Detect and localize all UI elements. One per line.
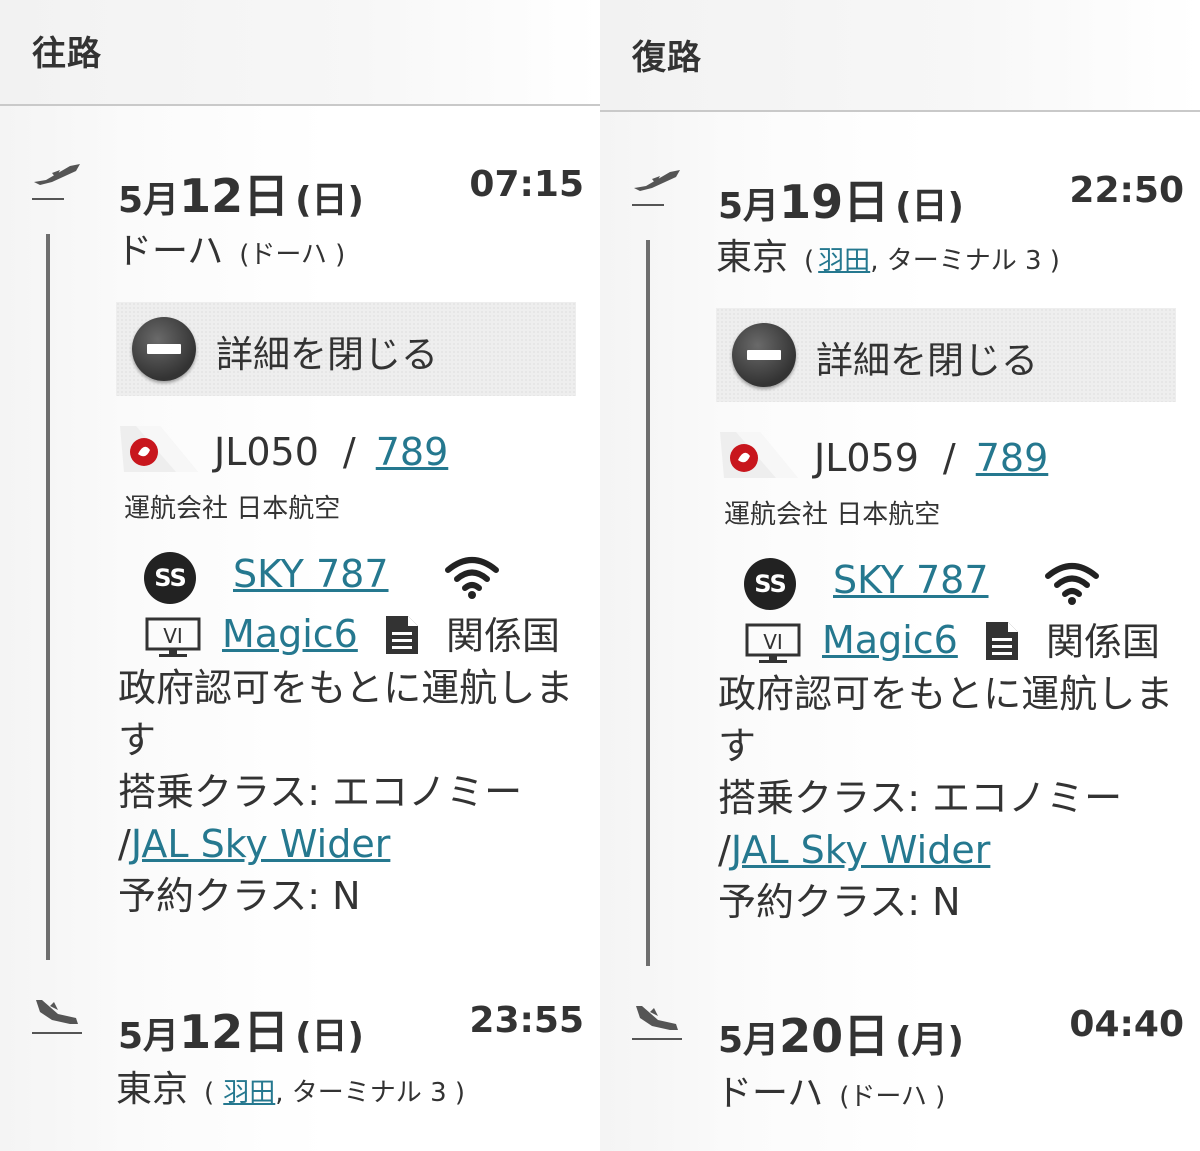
return-title: 復路 — [632, 38, 702, 78]
dep-weekday: (日) — [295, 180, 364, 221]
return-note: 関係国政府認可をもとに運航します — [718, 620, 1174, 768]
jal-tail-logo-icon — [720, 432, 798, 478]
landing-icon — [32, 1000, 82, 1034]
ss-seat-icon: SS — [744, 558, 796, 610]
wifi-icon — [1045, 563, 1099, 605]
ss-seat-icon: SS — [144, 552, 196, 604]
equipment-link[interactable]: 789 — [976, 436, 1049, 480]
arr-city-name: 東京 — [116, 1069, 189, 1110]
cabin-slash: / — [718, 828, 731, 872]
booking-class: 予約クラス: N — [118, 874, 361, 918]
operated-by: 運航会社 日本航空 — [724, 500, 941, 530]
close-details-label: 詳細を閉じる — [216, 333, 438, 376]
dep-time: 07:15 — [469, 164, 584, 205]
outbound-departure-city: ドーハ (ドーハ ) — [116, 222, 345, 274]
arr-month: 5月 — [118, 1016, 180, 1057]
dep-airport: (ドーハ ) — [239, 240, 346, 270]
dep-day: 12日 — [179, 169, 290, 223]
cabin-seat-line: /JAL Sky Wider — [718, 824, 1174, 876]
return-flight-line: JL059 / 789 — [814, 436, 1048, 480]
return-departure-city: 東京 (羽田, ターミナル 3 ) — [716, 228, 1060, 280]
return-panel: 復路 5月19日 (日) 22:50 東京(羽田, ターミナル 3 ) 詳細を閉じ… — [600, 0, 1200, 1151]
arr-city-name: ドーハ — [716, 1073, 824, 1114]
booking-class: 予約クラス: N — [718, 880, 961, 924]
arr-weekday: (日) — [295, 1016, 364, 1057]
outbound-arrival-city: 東京 ( 羽田, ターミナル 3 ) — [116, 1060, 465, 1112]
sky-787-link[interactable]: SKY 787 — [833, 558, 989, 602]
return-timeline — [646, 240, 650, 966]
dep-city-name: 東京 — [716, 237, 789, 278]
outbound-header: 往路 — [0, 0, 600, 106]
arr-time: 04:40 — [1069, 1004, 1184, 1045]
return-departure-datetime: 5月19日 (日) 22:50 — [718, 166, 1184, 232]
arr-weekday: (月) — [895, 1020, 964, 1061]
jal-sky-wider-link[interactable]: JAL Sky Wider — [131, 822, 391, 866]
jal-sky-wider-link[interactable]: JAL Sky Wider — [731, 828, 991, 872]
dep-weekday: (日) — [895, 186, 964, 227]
outbound-panel: 往路 5月12日 (日) 07:15 ドーハ (ドーハ ) 詳細を閉じる JL050… — [0, 0, 600, 1151]
dep-month: 5月 — [718, 186, 780, 227]
flight-separator: / — [942, 436, 956, 480]
arr-day: 12日 — [179, 1005, 290, 1059]
outbound-note: 関係国政府認可をもとに運航します — [118, 614, 574, 762]
cabin-class: 搭乗クラス: エコノミー — [718, 776, 1123, 820]
cabin-seat-line: /JAL Sky Wider — [118, 818, 574, 870]
arr-month: 5月 — [718, 1020, 780, 1061]
outbound-timeline — [46, 234, 50, 960]
arr-terminal: , ターミナル 3 ) — [275, 1078, 466, 1108]
takeoff-icon — [632, 170, 680, 206]
return-cabin: 搭乗クラス: エコノミー /JAL Sky Wider 予約クラス: N — [718, 772, 1174, 928]
close-details-button[interactable]: 詳細を閉じる — [716, 308, 1176, 402]
arr-day: 20日 — [779, 1009, 890, 1063]
arr-airport: (ドーハ ) — [839, 1082, 946, 1112]
haneda-link[interactable]: 羽田 — [223, 1078, 275, 1108]
close-details-label: 詳細を閉じる — [816, 339, 1038, 382]
dep-time: 22:50 — [1069, 170, 1184, 211]
cabin-class: 搭乗クラス: エコノミー — [118, 770, 523, 814]
return-arrival-city: ドーハ (ドーハ ) — [716, 1064, 945, 1116]
dep-paren-open: ( — [804, 246, 815, 276]
dep-city-name: ドーハ — [116, 231, 224, 272]
flight-separator: / — [342, 430, 356, 474]
outbound-cabin: 搭乗クラス: エコノミー /JAL Sky Wider 予約クラス: N — [118, 766, 574, 922]
takeoff-icon — [32, 164, 80, 200]
jal-tail-logo-icon — [120, 426, 198, 472]
arr-time: 23:55 — [469, 1000, 584, 1041]
outbound-flight-line: JL050 / 789 — [214, 430, 448, 474]
minus-icon — [732, 323, 796, 387]
wifi-icon — [445, 557, 499, 599]
return-arrival-datetime: 5月20日 (月) 04:40 — [718, 1000, 1184, 1066]
dep-terminal: , ターミナル 3 ) — [870, 246, 1060, 276]
outbound-arrival-datetime: 5月12日 (日) 23:55 — [118, 996, 584, 1062]
landing-icon — [632, 1006, 682, 1040]
minus-icon — [132, 317, 196, 381]
haneda-link[interactable]: 羽田 — [818, 246, 870, 276]
flight-number: JL059 — [814, 436, 919, 480]
flight-number: JL050 — [214, 430, 319, 474]
dep-month: 5月 — [118, 180, 180, 221]
cabin-slash: / — [118, 822, 131, 866]
dep-day: 19日 — [779, 175, 890, 229]
close-details-button[interactable]: 詳細を閉じる — [116, 302, 576, 396]
operated-by: 運航会社 日本航空 — [124, 494, 341, 524]
arr-paren-open: ( — [204, 1078, 215, 1108]
equipment-link[interactable]: 789 — [376, 430, 449, 474]
sky-787-link[interactable]: SKY 787 — [233, 552, 389, 596]
outbound-title: 往路 — [32, 34, 102, 74]
return-header: 復路 — [600, 0, 1200, 112]
outbound-departure-datetime: 5月12日 (日) 07:15 — [118, 160, 584, 226]
